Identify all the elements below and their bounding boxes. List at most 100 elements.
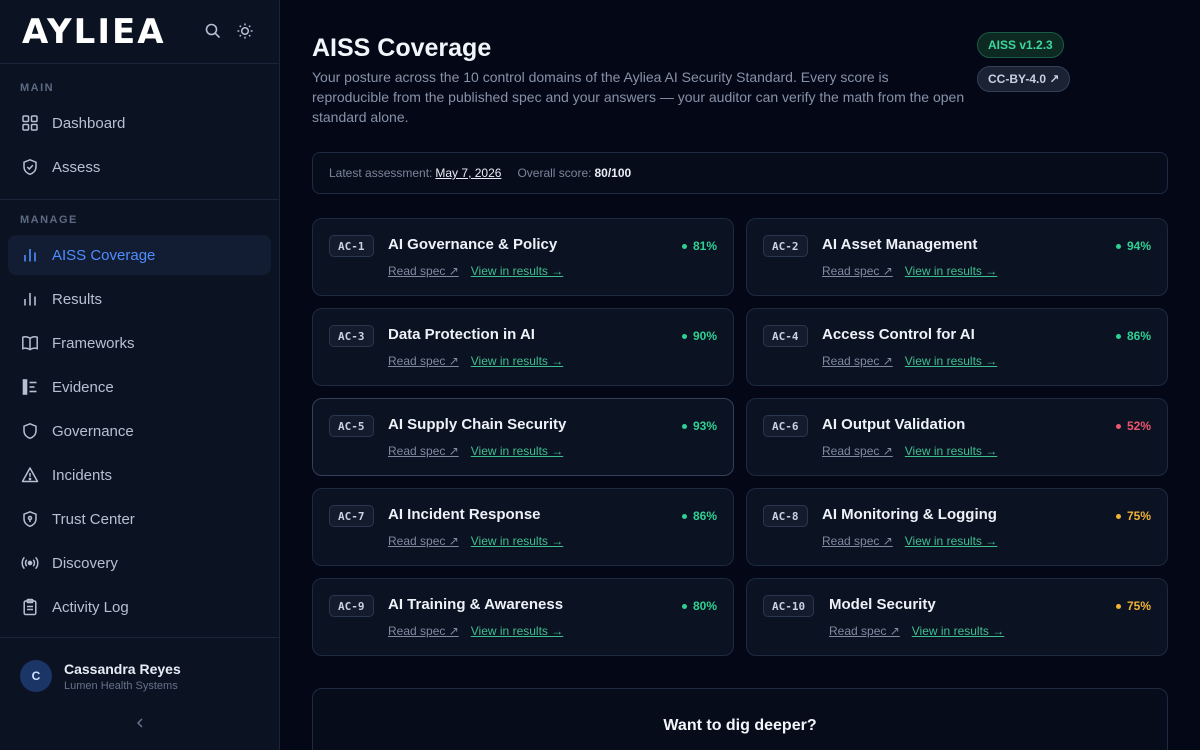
sidebar-item-aiss-coverage[interactable]: AISS Coverage [8,235,271,275]
control-code: AC-10 [763,595,815,617]
control-title: Access Control for AI [822,326,975,343]
sidebar-item-label: Assess [52,159,101,176]
read-spec-link[interactable]: Read spec ↗ [822,534,893,548]
clipboard-icon [23,598,37,616]
sidebar-item-label: Frameworks [52,335,135,352]
user-profile[interactable]: C Cassandra Reyes Lumen Health Systems [20,660,181,692]
chevron-left-icon[interactable] [133,716,147,730]
control-score: 80% [681,599,717,613]
user-org: Lumen Health Systems [64,679,178,692]
status-dot [1115,423,1121,429]
control-score: 93% [681,419,717,433]
brand-logo[interactable]: AYLIEA [22,14,166,50]
sidebar-divider [0,199,280,200]
control-code: AC-8 [763,505,808,527]
sidebar-item-dashboard[interactable]: Dashboard [8,103,271,143]
view-results-link[interactable]: View in results → [471,534,563,548]
read-spec-link[interactable]: Read spec ↗ [388,624,459,638]
control-card[interactable]: AC-3 Data Protection in AI Read spec ↗ View… [312,308,734,386]
user-info: Cassandra Reyes Lumen Health Systems [64,661,181,692]
sidebar-item-incidents[interactable]: Incidents [8,455,271,495]
control-card[interactable]: AC-8 AI Monitoring & Logging Read spec ↗ Vi… [746,488,1168,566]
read-spec-link[interactable]: Read spec ↗ [388,534,459,548]
view-results-link[interactable]: View in results → [471,354,563,368]
read-spec-link[interactable]: Read spec ↗ [388,354,459,368]
sidebar-divider [0,637,280,638]
control-links: Read spec ↗ View in results → [822,264,997,278]
control-links: Read spec ↗ View in results → [388,354,563,368]
read-spec-link[interactable]: Read spec ↗ [822,264,893,278]
sun-icon[interactable] [236,22,254,40]
control-score-value: 86% [692,509,717,523]
control-score-value: 80% [692,599,717,613]
control-code: AC-5 [329,415,374,437]
sidebar-item-label: Governance [52,423,134,440]
status-dot [1115,603,1121,609]
control-title: AI Supply Chain Security [388,416,567,433]
search-icon[interactable] [204,22,222,40]
control-card[interactable]: AC-2 AI Asset Management Read spec ↗ View i… [746,218,1168,296]
sidebar-item-evidence[interactable]: Evidence [8,367,271,407]
control-links: Read spec ↗ View in results → [388,624,563,638]
broadcast-icon [21,556,39,570]
bar-chart-icon [24,293,36,306]
evidence-icon [22,379,37,395]
view-results-link[interactable]: View in results → [905,264,997,278]
control-score: 75% [1115,599,1151,613]
sidebar-item-frameworks[interactable]: Frameworks [8,323,271,363]
sidebar-item-assess[interactable]: Assess [8,147,271,187]
control-title: AI Training & Awareness [388,596,564,613]
control-card[interactable]: AC-9 AI Training & Awareness Read spec ↗ Vi… [312,578,734,656]
control-links: Read spec ↗ View in results → [388,534,563,548]
control-score: 75% [1115,509,1151,523]
control-score: 81% [681,239,717,253]
control-card[interactable]: AC-1 AI Governance & Policy Read spec ↗ Vie… [312,218,734,296]
view-results-link[interactable]: View in results → [471,264,563,278]
control-links: Read spec ↗ View in results → [388,444,563,458]
control-score: 52% [1115,419,1151,433]
control-card[interactable]: AC-10 Model Security Read spec ↗ View in re… [746,578,1168,656]
view-results-link[interactable]: View in results → [471,624,563,638]
control-score-value: 75% [1126,509,1151,523]
control-score-value: 86% [1126,329,1151,343]
control-code: AC-2 [763,235,808,257]
control-links: Read spec ↗ View in results → [388,264,563,278]
sidebar-item-governance[interactable]: Governance [8,411,271,451]
status-dot [681,513,687,519]
sidebar-item-discovery[interactable]: Discovery [8,543,271,583]
sidebar-item-results[interactable]: Results [8,279,271,319]
control-card[interactable]: AC-5 AI Supply Chain Security Read spec ↗ V… [312,398,734,476]
control-code: AC-4 [763,325,808,347]
status-dot [681,243,687,249]
sidebar-item-label: Results [52,291,103,308]
assessment-summary: Latest assessment: May 7, 2026 Overall s… [312,152,1168,194]
view-results-link[interactable]: View in results → [471,444,563,458]
read-spec-link[interactable]: Read spec ↗ [829,624,900,638]
control-score-value: 93% [692,419,717,433]
read-spec-link[interactable]: Read spec ↗ [388,444,459,458]
status-dot [1115,513,1121,519]
sidebar-item-label: Evidence [52,379,114,396]
license-badge[interactable]: CC-BY-4.0 ↗ [977,66,1071,92]
control-title: AI Incident Response [388,506,541,523]
view-results-link[interactable]: View in results → [912,624,1004,638]
page-description: Your posture across the 10 control domai… [312,69,965,125]
sidebar-item-label: AISS Coverage [52,247,156,264]
read-spec-link[interactable]: Read spec ↗ [822,444,893,458]
sidebar-item-activity-log[interactable]: Activity Log [8,587,271,627]
control-card[interactable]: AC-6 AI Output Validation Read spec ↗ View … [746,398,1168,476]
control-score-value: 75% [1126,599,1151,613]
book-icon [22,336,38,351]
version-badge: AISS v1.2.3 [977,32,1064,58]
read-spec-link[interactable]: Read spec ↗ [822,354,893,368]
sidebar-item-label: Discovery [52,555,118,572]
read-spec-link[interactable]: Read spec ↗ [388,264,459,278]
control-card[interactable]: AC-4 Access Control for AI Read spec ↗ View… [746,308,1168,386]
sidebar-item-trust-center[interactable]: Trust Center [8,499,271,539]
latest-assessment-date[interactable]: May 7, 2026 [435,166,501,180]
control-card[interactable]: AC-7 AI Incident Response Read spec ↗ View … [312,488,734,566]
control-title: AI Output Validation [822,416,966,433]
view-results-link[interactable]: View in results → [905,444,997,458]
view-results-link[interactable]: View in results → [905,354,997,368]
view-results-link[interactable]: View in results → [905,534,997,548]
